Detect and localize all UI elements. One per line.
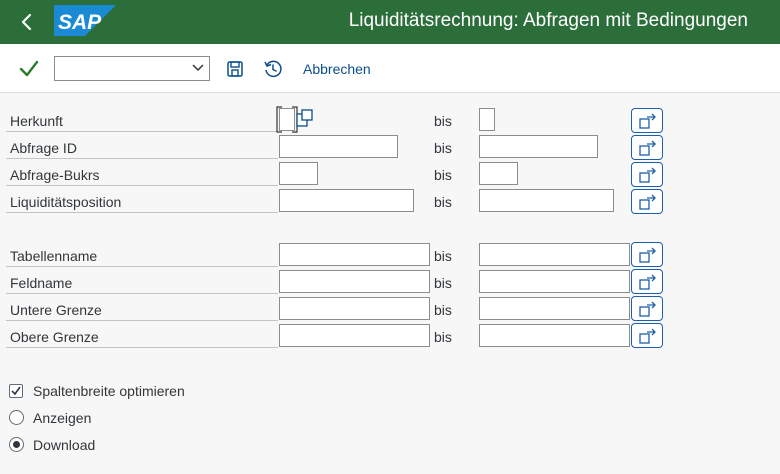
obere-grenze-multiple-selection-button[interactable]: [631, 323, 663, 348]
feldname-multiple-selection-button[interactable]: [631, 269, 663, 294]
sap-logo[interactable]: SAP: [54, 5, 116, 36]
execute-check-icon[interactable]: [18, 59, 40, 79]
multiple-selection-icon: [639, 247, 656, 263]
herkunft-label: Herkunft: [10, 113, 63, 129]
untere-grenze-bis-label: bis: [434, 302, 452, 318]
multiple-selection-icon: [639, 301, 656, 317]
feldname-bis-label: bis: [434, 275, 452, 291]
history-icon[interactable]: [263, 59, 283, 79]
abfrage-bukrs-label: Abfrage-Bukrs: [10, 167, 100, 183]
abfrage-id-label: Abfrage ID: [10, 140, 77, 156]
liquiditaetsposition-bis-label: bis: [434, 194, 452, 210]
herkunft-bis-label: bis: [434, 113, 452, 129]
herkunft-to-input[interactable]: [479, 108, 495, 131]
multiple-selection-icon: [639, 113, 656, 129]
multiple-selection-icon: [639, 167, 656, 183]
multiple-selection-icon: [639, 140, 656, 156]
abfrage-bukrs-multiple-selection-button[interactable]: [631, 162, 663, 187]
download-radio[interactable]: [9, 437, 24, 452]
feldname-from-input[interactable]: [279, 270, 430, 293]
tabellenname-label: Tabellenname: [10, 248, 98, 264]
tabellenname-underline: [6, 266, 278, 267]
display-radio[interactable]: [9, 410, 24, 425]
page-title: Liquiditätsrechnung: Abfragen mit Beding…: [348, 10, 748, 31]
herkunft-multiple-selection-button[interactable]: [631, 108, 663, 133]
liquiditaetsposition-from-input[interactable]: [279, 189, 414, 212]
abfrage-id-from-input[interactable]: [279, 135, 398, 158]
abfrage-id-multiple-selection-button[interactable]: [631, 135, 663, 160]
chevron-down-icon: [192, 64, 204, 72]
obere-grenze-bis-label: bis: [434, 329, 452, 345]
herkunft-underline: [6, 131, 278, 132]
shell-header: SAP Liquiditätsrechnung: Abfragen mit Be…: [0, 0, 780, 44]
svg-text:SAP: SAP: [58, 11, 102, 34]
abfrage-bukrs-underline: [6, 185, 278, 186]
feldname-label: Feldname: [10, 275, 73, 291]
untere-grenze-label: Untere Grenze: [10, 302, 102, 318]
obere-grenze-to-input[interactable]: [479, 324, 630, 347]
focus-indicator: [276, 106, 298, 133]
display-radio-label: Anzeigen: [33, 410, 92, 426]
tabellenname-from-input[interactable]: [279, 243, 430, 266]
untere-grenze-underline: [6, 320, 278, 321]
abfrage-id-bis-label: bis: [434, 140, 452, 156]
optimize-columns-checkbox[interactable]: [9, 384, 23, 398]
abfrage-bukrs-from-input[interactable]: [279, 162, 318, 185]
tabellenname-to-input[interactable]: [479, 243, 630, 266]
application-toolbar: Abbrechen: [0, 44, 780, 93]
liquiditaetsposition-underline: [6, 212, 278, 213]
checkmark-icon: [11, 386, 21, 396]
download-radio-label: Download: [33, 437, 96, 453]
multiple-selection-icon: [639, 194, 656, 210]
obere-grenze-underline: [6, 347, 278, 348]
untere-grenze-from-input[interactable]: [279, 297, 430, 320]
variant-select[interactable]: [54, 56, 210, 81]
abfrage-bukrs-bis-label: bis: [434, 167, 452, 183]
untere-grenze-to-input[interactable]: [479, 297, 630, 320]
feldname-underline: [6, 293, 278, 294]
liquiditaetsposition-label: Liquiditätsposition: [10, 194, 122, 210]
abfrage-id-underline: [6, 158, 278, 159]
liquiditaetsposition-multiple-selection-button[interactable]: [631, 189, 663, 214]
cancel-button[interactable]: Abbrechen: [303, 61, 371, 77]
abfrage-id-to-input[interactable]: [479, 135, 598, 158]
radio-selected-dot: [13, 441, 20, 448]
tabellenname-bis-label: bis: [434, 248, 452, 264]
back-icon[interactable]: [12, 8, 42, 36]
obere-grenze-from-input[interactable]: [279, 324, 430, 347]
copy-icon[interactable]: [296, 109, 314, 127]
tabellenname-multiple-selection-button[interactable]: [631, 242, 663, 267]
multiple-selection-icon: [639, 274, 656, 290]
multiple-selection-icon: [639, 328, 656, 344]
abfrage-bukrs-to-input[interactable]: [479, 162, 518, 185]
feldname-to-input[interactable]: [479, 270, 630, 293]
liquiditaetsposition-to-input[interactable]: [479, 189, 614, 212]
obere-grenze-label: Obere Grenze: [10, 329, 99, 345]
optimize-columns-label: Spaltenbreite optimieren: [33, 383, 185, 399]
untere-grenze-multiple-selection-button[interactable]: [631, 296, 663, 321]
save-icon[interactable]: [226, 60, 244, 78]
